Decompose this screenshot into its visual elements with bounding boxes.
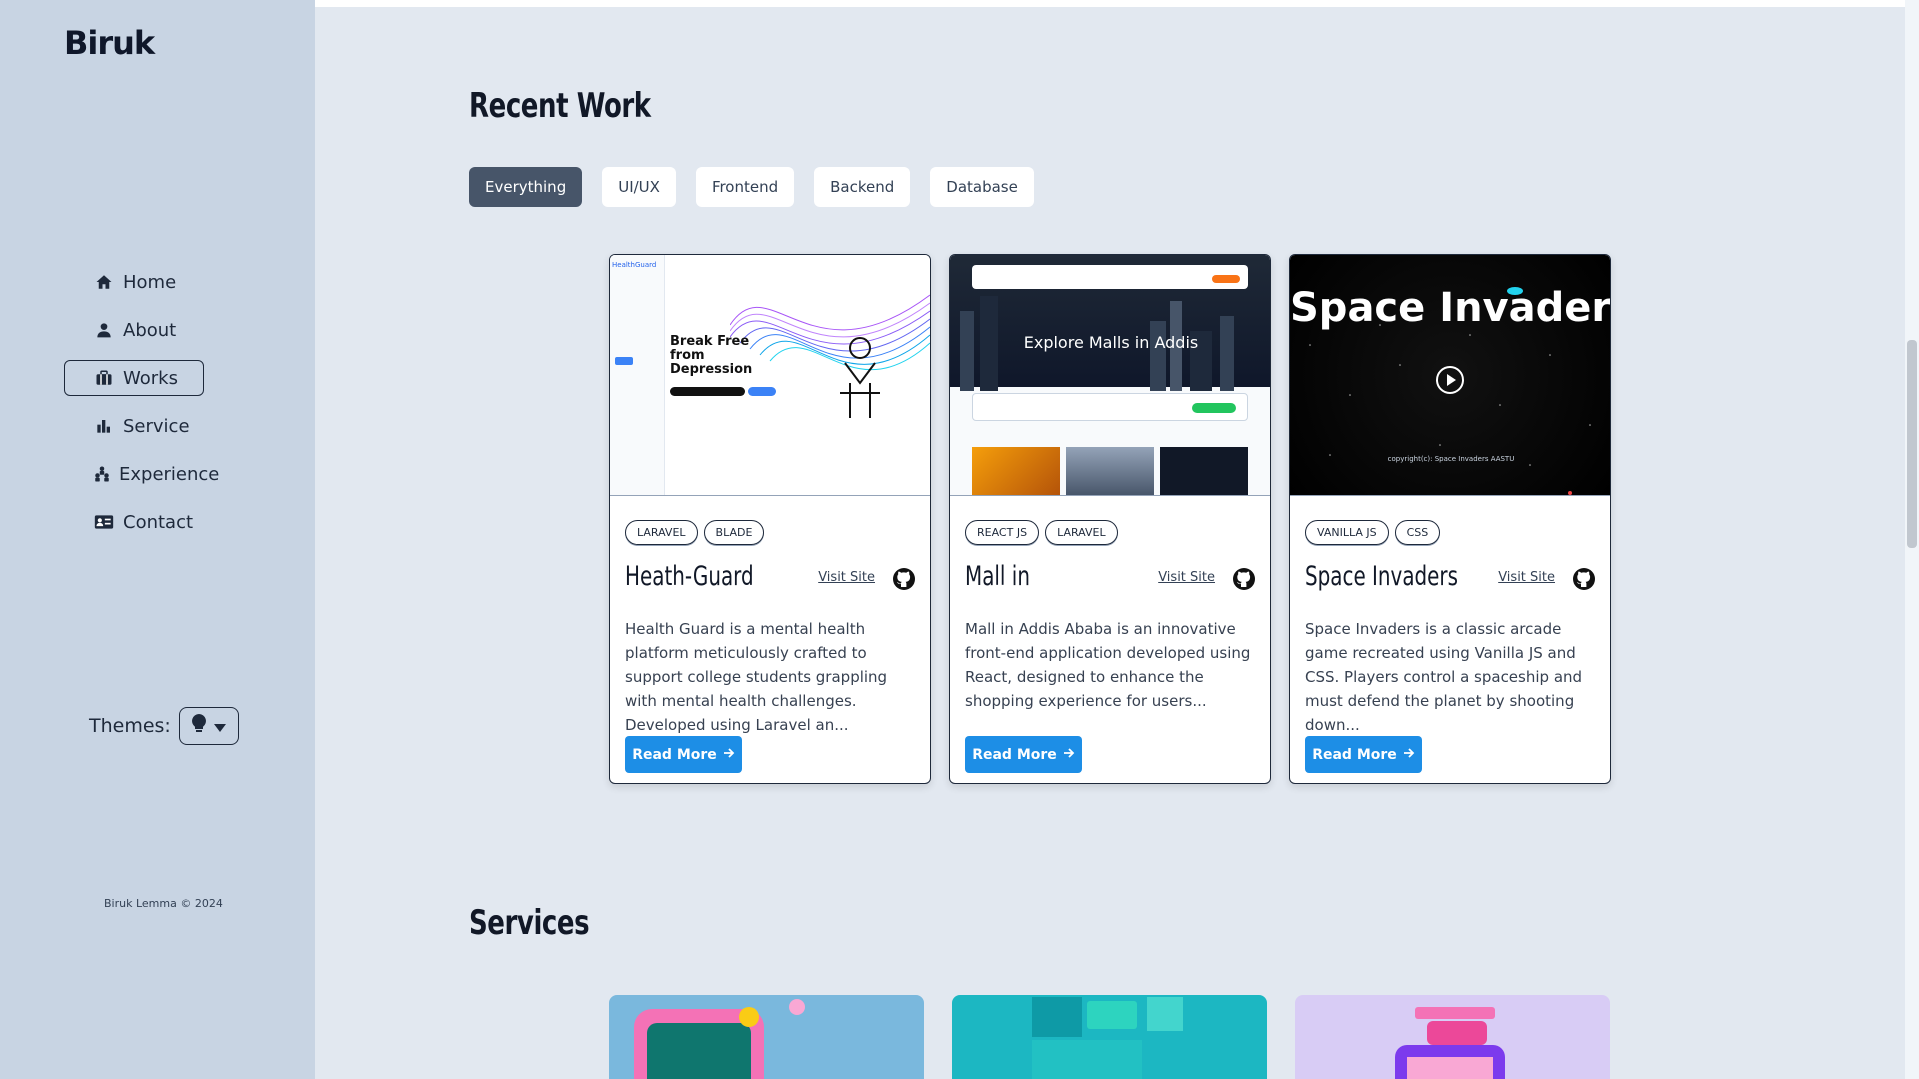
read-more-button[interactable]: Read More: [965, 736, 1082, 773]
read-more-button[interactable]: Read More: [625, 736, 742, 773]
read-more-button[interactable]: Read More: [1305, 736, 1422, 773]
visit-site-link[interactable]: Visit Site: [1158, 570, 1215, 585]
chart-icon: [93, 418, 115, 434]
scrollbar-thumb[interactable]: [1907, 340, 1917, 548]
tag: LARAVEL: [625, 520, 698, 545]
read-more-label: Read More: [632, 746, 717, 763]
services-title: Services: [469, 903, 590, 943]
briefcase-icon: [93, 369, 115, 387]
project-title: Mall in: [965, 561, 1030, 592]
nav-label-works: Works: [123, 367, 178, 389]
tag: BLADE: [703, 520, 765, 545]
service-card-image[interactable]: [609, 995, 924, 1079]
project-description: Health Guard is a mental health platform…: [625, 620, 888, 734]
top-bar: [315, 0, 1905, 7]
nav-service[interactable]: Service: [64, 408, 204, 444]
project-card: Space Invaders copyright(c): Space Invad…: [1289, 254, 1611, 784]
recent-work-title: Recent Work: [469, 86, 651, 126]
project-thumbnail[interactable]: Space Invaders copyright(c): Space Invad…: [1290, 255, 1610, 496]
tag-list: VANILLA JS CSS: [1305, 520, 1441, 545]
logo[interactable]: Biruk: [64, 24, 155, 62]
contact-card-icon: [93, 514, 115, 530]
nav-label-about: About: [123, 319, 177, 341]
visit-site-link[interactable]: Visit Site: [818, 570, 875, 585]
nav-works[interactable]: Works: [64, 360, 204, 396]
github-icon[interactable]: [1572, 567, 1596, 591]
sidebar: Biruk Home About Works Service Experienc…: [0, 0, 315, 1079]
filter-uiux[interactable]: UI/UX: [602, 167, 676, 207]
tag: VANILLA JS: [1305, 520, 1389, 545]
read-more-label: Read More: [972, 746, 1057, 763]
nav-about[interactable]: About: [64, 312, 204, 348]
tag: REACT JS: [965, 520, 1040, 545]
thumb-footer: copyright(c): Space Invaders AASTU: [1387, 455, 1515, 463]
arrow-right-icon: [1403, 747, 1415, 763]
project-title: Heath-Guard: [625, 561, 754, 592]
scrollbar[interactable]: [1905, 0, 1919, 1079]
read-more-label: Read More: [1312, 746, 1397, 763]
nav-label-experience: Experience: [119, 463, 220, 485]
nav-label-home: Home: [123, 271, 177, 293]
project-card: HealthGuard Break Free from Depression L…: [609, 254, 931, 784]
arrow-right-icon: [723, 747, 735, 763]
copyright: Biruk Lemma © 2024: [104, 897, 223, 910]
home-icon: [93, 273, 115, 291]
thumb-heading: Break Free from Depression: [670, 334, 753, 377]
thumb-brand: HealthGuard: [612, 261, 657, 269]
project-thumbnail[interactable]: Explore Malls in Addis: [950, 255, 1270, 496]
filter-tabs: Everything UI/UX Frontend Backend Databa…: [469, 167, 1034, 207]
github-icon[interactable]: [1232, 567, 1256, 591]
thumb-heading: Space Invaders: [1290, 285, 1610, 331]
logo-text: Biruk: [64, 24, 155, 62]
chevron-down-icon: [213, 715, 226, 737]
nav-label-service: Service: [123, 415, 190, 437]
themes-control: Themes:: [89, 707, 239, 745]
play-icon[interactable]: [1435, 365, 1465, 399]
github-icon[interactable]: [892, 567, 916, 591]
project-cards: HealthGuard Break Free from Depression L…: [609, 254, 1611, 784]
project-description: Space Invaders is a classic arcade game …: [1305, 620, 1583, 734]
lightbulb-icon: [191, 713, 206, 739]
nav-home[interactable]: Home: [64, 264, 204, 300]
thumb-illustration: [840, 337, 880, 418]
filter-database[interactable]: Database: [930, 167, 1034, 207]
nav-contact[interactable]: Contact: [64, 504, 204, 540]
filter-backend[interactable]: Backend: [814, 167, 911, 207]
main-nav: Home About Works Service Experience Cont…: [64, 264, 219, 552]
tag: LARAVEL: [1045, 520, 1118, 545]
project-description: Mall in Addis Ababa is an innovative fro…: [965, 620, 1251, 710]
filter-everything[interactable]: Everything: [469, 167, 583, 207]
project-card: Explore Malls in Addis REACT JS LARAVEL …: [949, 254, 1271, 784]
project-title: Space Invaders: [1305, 561, 1458, 592]
arrow-right-icon: [1063, 747, 1075, 763]
theme-dropdown[interactable]: [178, 707, 239, 745]
service-card-image[interactable]: [1295, 995, 1610, 1079]
nav-experience[interactable]: Experience: [64, 456, 219, 492]
visit-site-link[interactable]: Visit Site: [1498, 570, 1555, 585]
nav-label-contact: Contact: [123, 511, 194, 533]
project-thumbnail[interactable]: HealthGuard Break Free from Depression: [610, 255, 930, 496]
service-card-image[interactable]: [952, 995, 1267, 1079]
people-icon: [93, 465, 111, 483]
tag-list: LARAVEL BLADE: [625, 520, 765, 545]
tag: CSS: [1394, 520, 1441, 545]
tag-list: REACT JS LARAVEL: [965, 520, 1118, 545]
thumb-heading: Explore Malls in Addis: [1023, 333, 1199, 352]
user-icon: [93, 321, 115, 339]
service-cards: [609, 995, 1610, 1079]
themes-label: Themes:: [89, 715, 171, 737]
filter-frontend[interactable]: Frontend: [695, 167, 795, 207]
